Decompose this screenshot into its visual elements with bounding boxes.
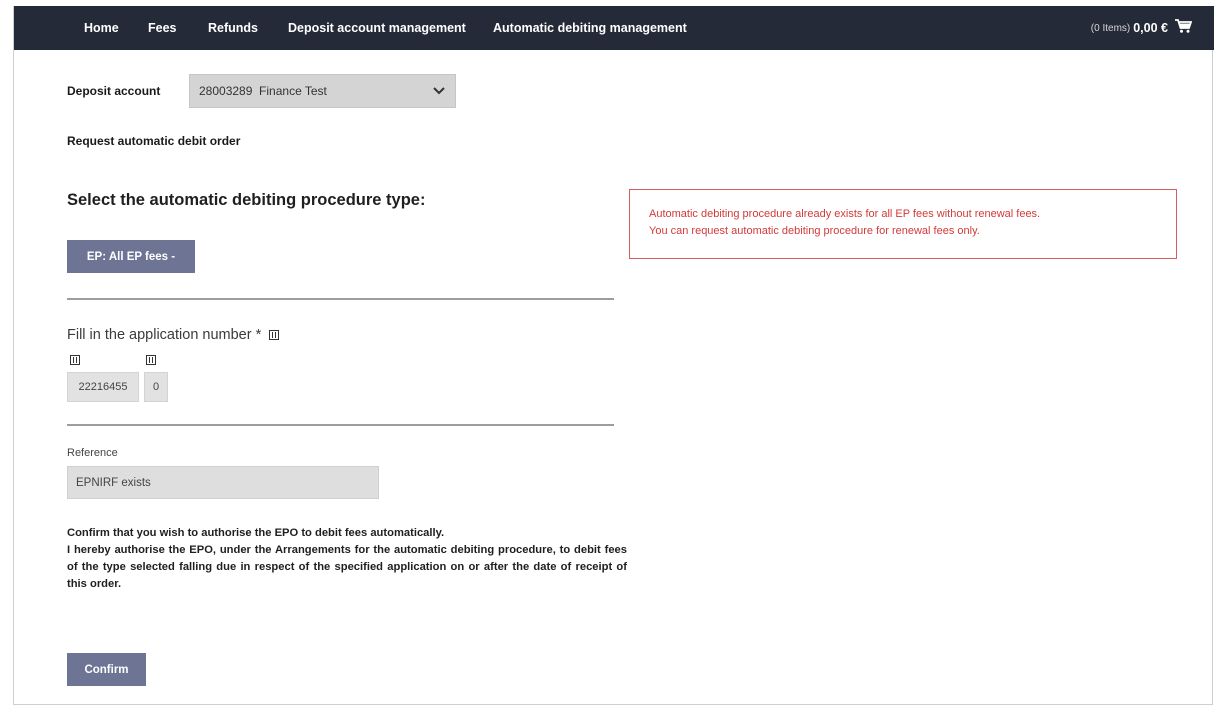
divider xyxy=(67,424,614,426)
nav-fees[interactable]: Fees xyxy=(148,21,177,35)
deposit-account-value: 28003289 Finance Test xyxy=(199,84,327,98)
reference-input[interactable]: EPNIRF exists xyxy=(67,466,379,499)
cart-summary[interactable]: (0 Items) 0,00 € xyxy=(1090,6,1193,50)
cart-icon[interactable] xyxy=(1174,18,1193,39)
nav-refunds[interactable]: Refunds xyxy=(208,21,258,35)
request-title: Request automatic debit order xyxy=(67,134,241,148)
application-number-label: Fill in the application number * xyxy=(67,327,280,343)
application-number-label-text: Fill in the application number * xyxy=(67,327,262,343)
page-frame: Home Fees Refunds Deposit account manage… xyxy=(13,6,1214,705)
procedure-heading: Select the automatic debiting procedure … xyxy=(67,191,426,209)
cart-items-count: (0 Items) xyxy=(1090,22,1131,34)
reference-label: Reference xyxy=(67,447,118,459)
nav-home[interactable]: Home xyxy=(84,21,119,35)
confirmation-text: Confirm that you wish to authorise the E… xyxy=(67,525,627,593)
top-navigation: Home Fees Refunds Deposit account manage… xyxy=(14,6,1214,50)
procedure-type-dropdown-button[interactable]: EP: All EP fees - xyxy=(67,240,195,273)
nav-automatic-debiting-management[interactable]: Automatic debiting management xyxy=(493,21,687,35)
error-alert: Automatic debiting procedure already exi… xyxy=(629,189,1177,259)
confirm-button[interactable]: Confirm xyxy=(67,653,146,686)
alert-line-1: Automatic debiting procedure already exi… xyxy=(649,208,1041,220)
info-icon[interactable] xyxy=(269,330,280,340)
deposit-account-select[interactable]: 28003289 Finance Test xyxy=(189,74,456,108)
confirmation-line-1: Confirm that you wish to authorise the E… xyxy=(67,527,445,539)
check-digit-input[interactable]: 0 xyxy=(144,372,168,402)
alert-line-2: You can request automatic debiting proce… xyxy=(649,225,980,237)
application-number-input[interactable]: 22216455 xyxy=(67,372,139,402)
info-icon[interactable] xyxy=(146,355,156,365)
cart-amount: 0,00 € xyxy=(1133,21,1168,35)
chevron-down-icon xyxy=(433,85,445,99)
confirmation-line-2: I hereby authorise the EPO, under the Ar… xyxy=(67,544,627,590)
info-icon[interactable] xyxy=(70,355,80,365)
nav-deposit-account-management[interactable]: Deposit account management xyxy=(288,21,466,35)
deposit-account-label: Deposit account xyxy=(67,84,161,98)
divider xyxy=(67,298,614,300)
